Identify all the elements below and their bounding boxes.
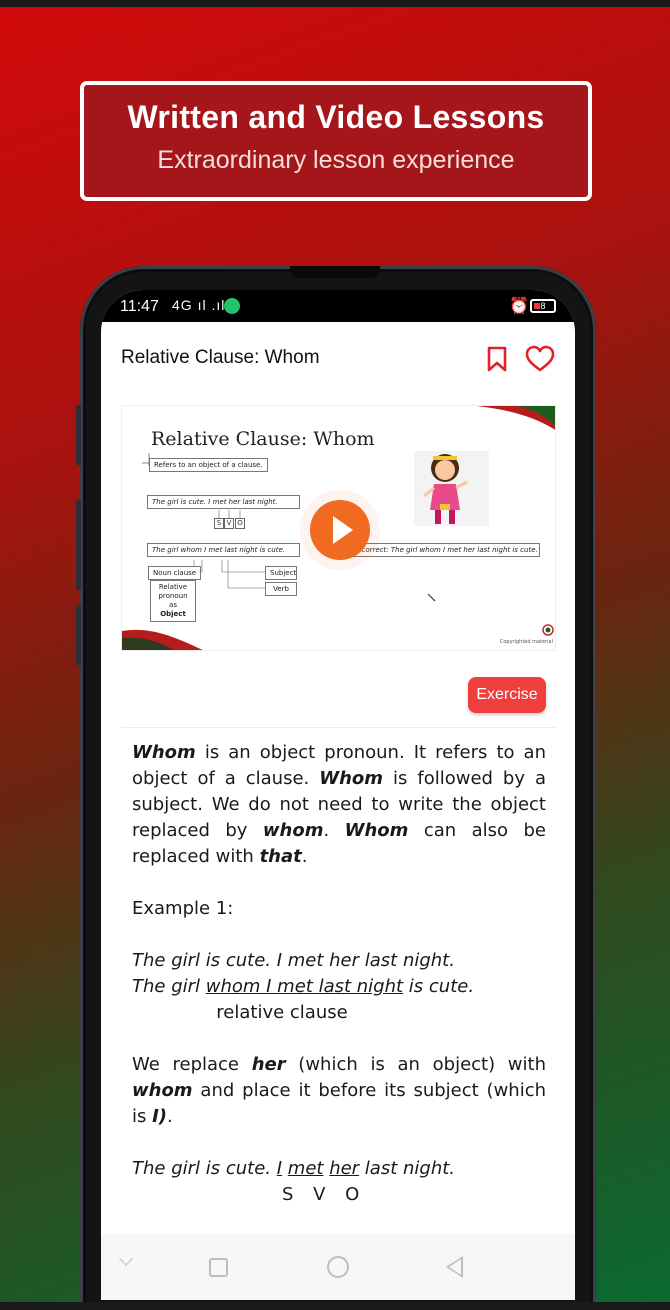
top-edge xyxy=(0,0,670,7)
slide-sentence-1: The girl is cute. I met her last night. xyxy=(147,495,300,509)
slide-svo-v: V xyxy=(224,518,234,529)
text-run: her xyxy=(329,1158,360,1179)
slide-subject: Subject xyxy=(265,566,297,580)
slide-svo-s: S xyxy=(214,518,224,529)
phone-side-button xyxy=(76,405,81,465)
exercise-button[interactable]: Exercise xyxy=(468,677,546,713)
lesson-paragraph-1: Whom is an object pronoun. It refers to … xyxy=(132,740,546,870)
battery-icon: 8 xyxy=(530,299,556,313)
heart-icon[interactable] xyxy=(525,345,555,373)
slide-noun-clause: Noun clause xyxy=(148,566,202,580)
text-run: is cute. xyxy=(403,976,475,997)
example-label: Example 1: xyxy=(132,898,234,919)
slide-rp-line: Object xyxy=(160,610,186,618)
alarm-icon: ⏰ xyxy=(509,298,529,315)
status-time: 11:47 xyxy=(120,298,159,315)
svo-labels: S V O xyxy=(282,1184,360,1205)
banner-subtitle: Extraordinary lesson experience xyxy=(157,146,515,174)
signal-icon: 4G ıl .ıl xyxy=(172,297,226,313)
example-line-1: The girl is cute. I met her last night. xyxy=(132,948,546,974)
copyright-note: Copyrighted material xyxy=(499,639,553,645)
example-caption: relative clause xyxy=(216,1002,348,1023)
slide-rp-line: Relative xyxy=(158,583,188,591)
lesson-paragraph-2: We replace her (which is an object) with… xyxy=(132,1052,546,1130)
example-line-3: The girl is cute. I met her last night. xyxy=(132,1156,546,1182)
text-run: her xyxy=(251,1054,286,1075)
example-line-2: The girl whom I met last night is cute. xyxy=(132,974,546,1000)
text-run: Whom xyxy=(319,768,384,789)
slide-svo-o: O xyxy=(235,518,245,529)
recents-icon[interactable] xyxy=(209,1258,228,1277)
bottom-edge xyxy=(0,1302,670,1310)
text-run: last night. xyxy=(359,1158,456,1179)
messenger-icon xyxy=(224,298,240,314)
phone-notch xyxy=(290,266,380,278)
back-icon[interactable] xyxy=(446,1256,463,1278)
slide-verb: Verb xyxy=(265,582,297,596)
video-player[interactable]: Relative Clause: Whom Refers to an objec… xyxy=(121,405,556,651)
slide-incorrect: Incorrect: The girl whom I met her last … xyxy=(350,543,540,557)
text-run: whom xyxy=(132,1080,193,1101)
text-run: Whom xyxy=(344,820,409,841)
phone-screen: 11:47 4G ıl .ıl ⏰ 8 Relative Clause: Who… xyxy=(101,290,575,1300)
system-nav-bar xyxy=(101,1234,575,1300)
home-icon[interactable] xyxy=(327,1256,349,1278)
slide-relative-pronoun: Relative pronoun as Object xyxy=(150,580,196,622)
bookmark-icon[interactable] xyxy=(486,346,508,372)
text-run: Whom xyxy=(132,742,196,763)
text-run: (which is an object) with xyxy=(285,1054,546,1075)
promo-banner: Written and Video Lessons Extraordinary … xyxy=(80,81,592,201)
divider xyxy=(121,727,556,728)
text-run: The girl is cute. xyxy=(132,1158,277,1179)
slide-sentence-2: The girl whom I met last night is cute. xyxy=(147,543,300,557)
slide-rp-line: pronoun as xyxy=(158,592,188,609)
girl-illustration xyxy=(414,451,489,526)
text-run: I) xyxy=(152,1106,168,1127)
app-bar: Relative Clause: Whom xyxy=(101,322,575,392)
status-bar: 11:47 4G ıl .ıl ⏰ 8 xyxy=(101,290,575,322)
play-button[interactable] xyxy=(310,500,370,560)
text-run: and place it before its subject (which i… xyxy=(132,1080,546,1127)
banner-title: Written and Video Lessons xyxy=(127,99,545,135)
text-run: The girl xyxy=(132,976,206,997)
text-run: whom xyxy=(262,820,324,841)
text-run: whom I met last night xyxy=(205,976,404,997)
lesson-text: Whom is an object pronoun. It refers to … xyxy=(132,740,546,1208)
phone-side-button xyxy=(76,605,81,665)
chevron-down-icon[interactable] xyxy=(119,1252,133,1266)
text-run: met xyxy=(287,1158,324,1179)
text-run: . xyxy=(301,846,308,867)
page-title: Relative Clause: Whom xyxy=(121,347,320,368)
text-run: We replace xyxy=(132,1054,252,1075)
example-line-1-text: The girl is cute. I met her last night. xyxy=(132,950,455,971)
text-run: . xyxy=(323,820,345,841)
slide-title: Relative Clause: Whom xyxy=(151,428,375,450)
text-run: that xyxy=(259,846,302,867)
phone-side-button xyxy=(76,500,81,590)
text-run: . xyxy=(167,1106,173,1127)
slide-note: Refers to an object of a clause. xyxy=(149,458,268,472)
